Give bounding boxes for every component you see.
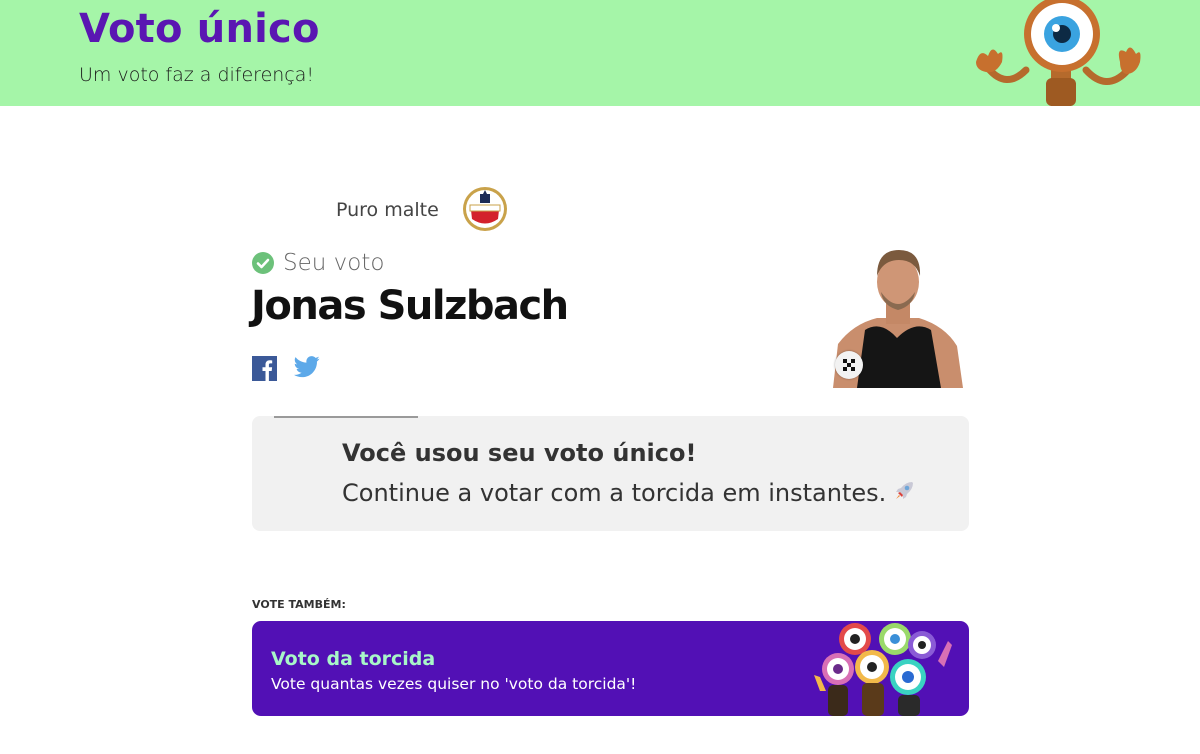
twitter-share-button[interactable] [293,355,320,379]
candidate-name: Jonas Sulzbach [251,283,569,329]
notice-title: Você usou seu voto único! [342,439,697,467]
mascot-eye-illustration [976,0,1141,106]
check-circle-icon [252,252,274,274]
page-title: Voto único [79,6,320,52]
crowd-vote-subtitle: Vote quantas vezes quiser no 'voto da to… [271,675,637,693]
your-vote-label: Seu voto [283,250,385,276]
crowd-mascots-illustration [814,623,952,716]
countdown-progress-bar [274,416,418,418]
crowd-vote-title: Voto da torcida [271,648,436,670]
page-subtitle: Um voto faz a diferença! [79,64,315,86]
sponsor-logo [463,187,507,231]
expand-icon [843,359,855,371]
rocket-icon [896,482,914,499]
facebook-icon [262,360,273,381]
crowd-vote-card[interactable]: Voto da torcida Vote quantas vezes quise… [252,621,969,716]
expand-photo-button[interactable] [835,351,863,379]
sponsor-text: Puro malte [336,199,439,221]
vote-also-heading: VOTE TAMBÉM: [252,598,346,611]
notice-text: Continue a votar com a torcida em instan… [342,479,916,507]
page-header: Voto único Um voto faz a diferença! [0,0,1200,106]
twitter-icon [293,356,320,378]
unique-vote-notice: Você usou seu voto único! Continue a vot… [252,416,969,531]
facebook-share-button[interactable] [252,356,277,381]
notice-text-label: Continue a votar com a torcida em instan… [342,479,887,507]
